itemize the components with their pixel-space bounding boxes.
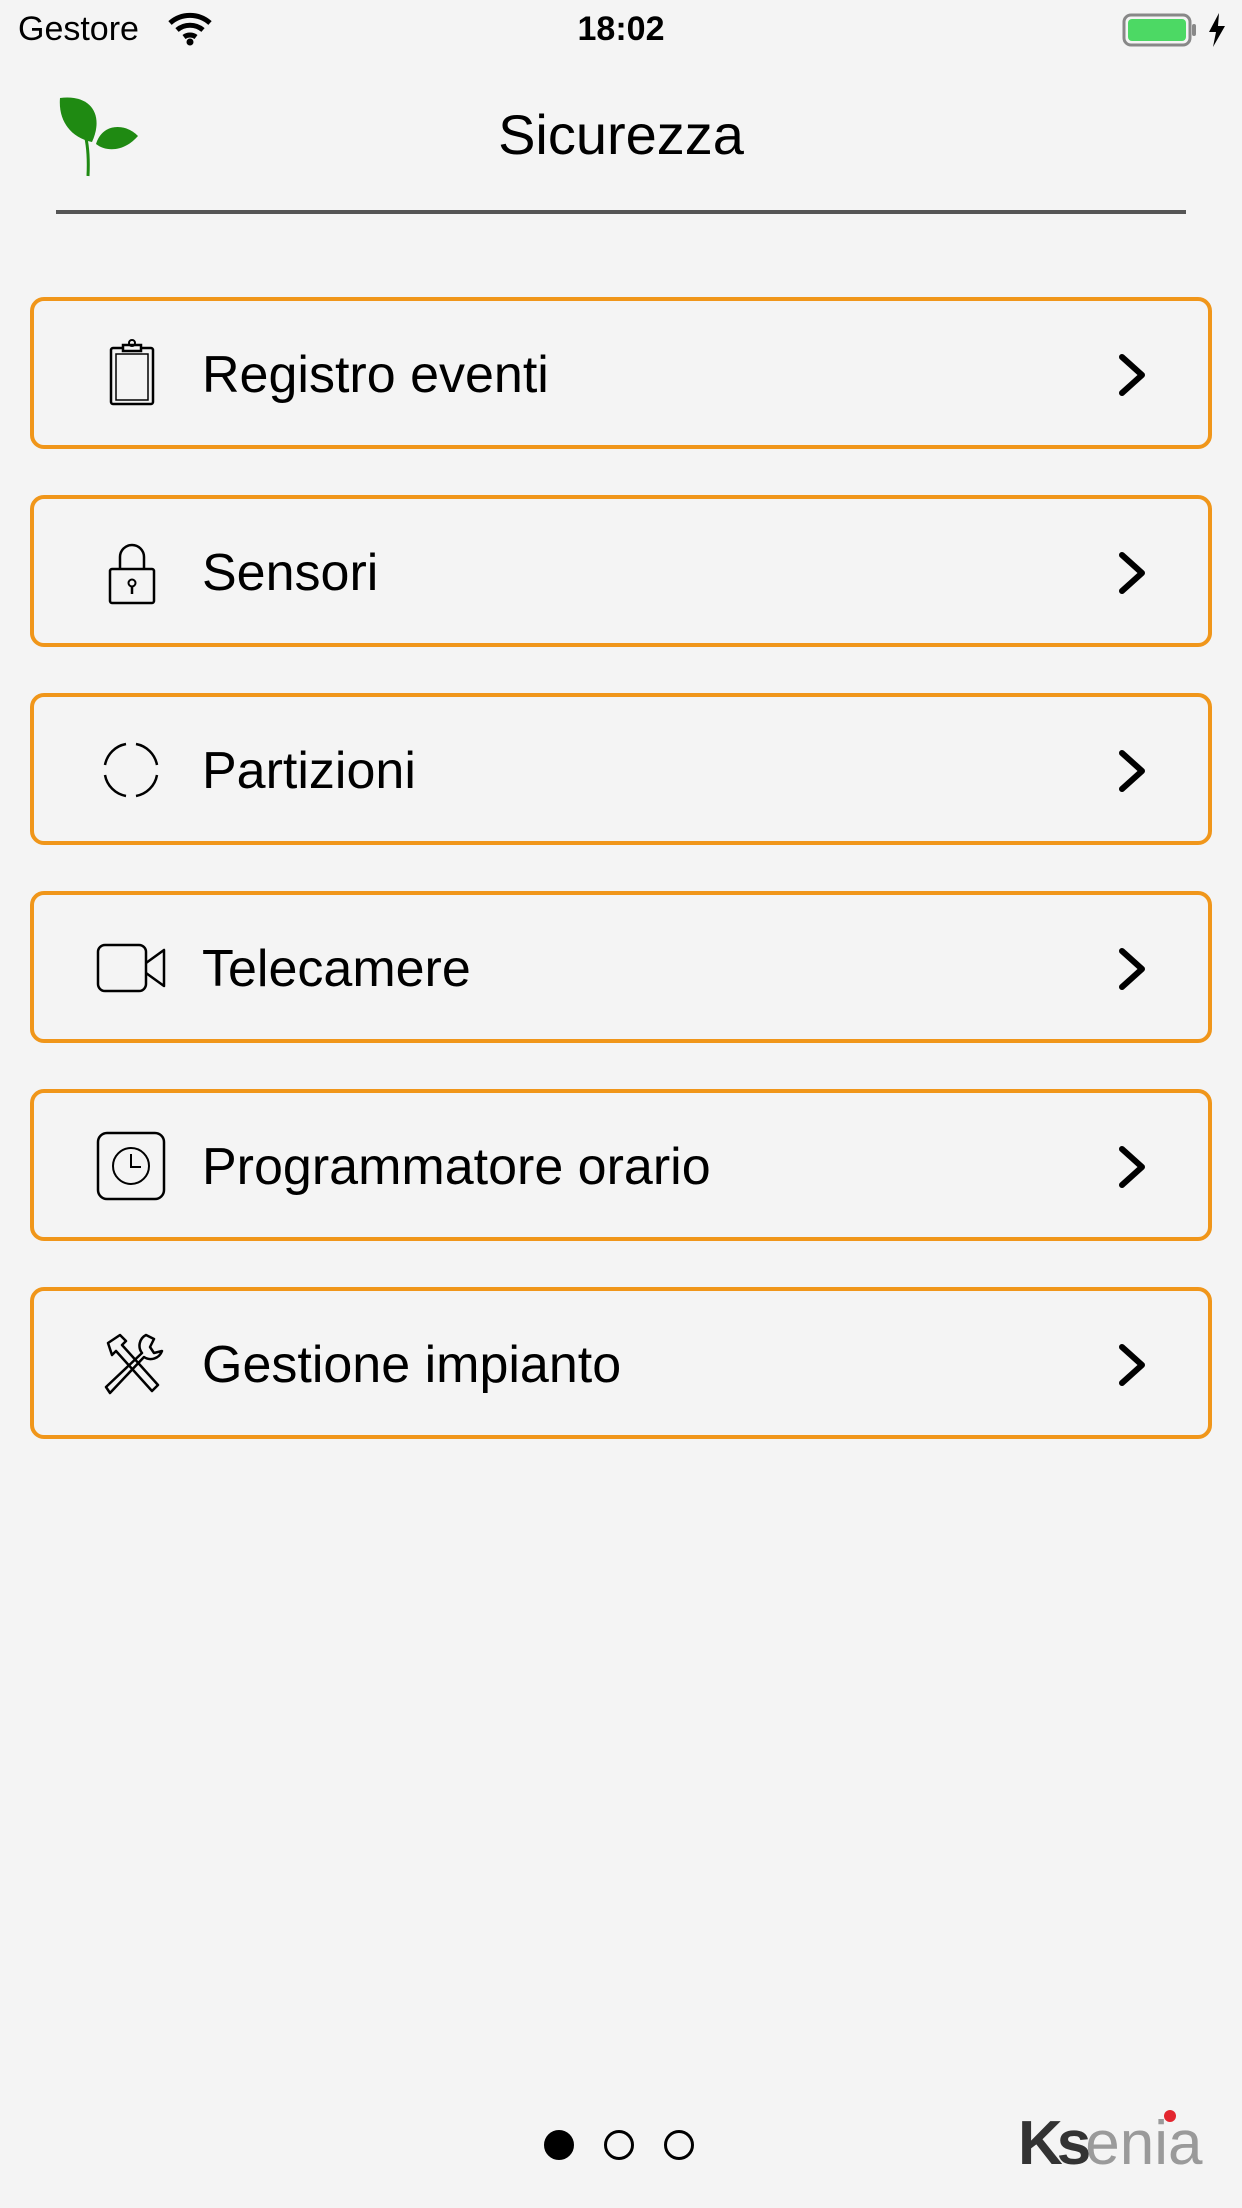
page-indicator[interactable] (544, 2130, 704, 2166)
page-dot-3[interactable] (664, 2130, 694, 2160)
chevron-right-icon (1112, 1143, 1152, 1191)
menu-item-label: Telecamere (202, 940, 471, 998)
chevron-right-icon (1112, 549, 1152, 597)
battery-icon (1122, 12, 1198, 53)
clock-icon (96, 1131, 166, 1201)
page-dot-2[interactable] (604, 2130, 634, 2160)
security-menu: Registro eventi Sensori Partizioni Telec… (30, 297, 1212, 1485)
chevron-right-icon (1112, 945, 1152, 993)
menu-item-programmatore-orario[interactable]: Programmatore orario (30, 1089, 1212, 1241)
clipboard-icon (96, 339, 166, 409)
page-dot-1[interactable] (544, 2130, 574, 2160)
header: Sicurezza (0, 60, 1242, 220)
menu-item-telecamere[interactable]: Telecamere (30, 891, 1212, 1043)
menu-item-registro-eventi[interactable]: Registro eventi (30, 297, 1212, 449)
menu-item-partizioni[interactable]: Partizioni (30, 693, 1212, 845)
chevron-right-icon (1112, 747, 1152, 795)
brand-red-dot (1164, 2110, 1176, 2122)
brand-logo-dark-text: Ks (1018, 2109, 1091, 2178)
chevron-right-icon (1112, 351, 1152, 399)
padlock-icon (96, 537, 166, 607)
menu-item-label: Sensori (202, 544, 379, 602)
menu-item-label: Programmatore orario (202, 1138, 711, 1196)
partition-circle-icon (96, 735, 166, 805)
status-time: 18:02 (577, 10, 665, 48)
menu-item-gestione-impianto[interactable]: Gestione impianto (30, 1287, 1212, 1439)
page-title: Sicurezza (498, 103, 744, 166)
brand-logo-light-text: enia (1085, 2109, 1203, 2178)
chevron-right-icon (1112, 1341, 1152, 1389)
video-camera-icon (96, 933, 166, 1003)
menu-item-label: Registro eventi (202, 346, 549, 404)
header-divider (56, 210, 1186, 214)
menu-item-label: Partizioni (202, 742, 416, 800)
status-bar: Gestore 18:02 (0, 0, 1242, 60)
charging-bolt-icon (1207, 12, 1227, 53)
menu-item-label: Gestione impianto (202, 1336, 622, 1394)
menu-item-sensori[interactable]: Sensori (30, 495, 1212, 647)
tools-icon (96, 1329, 166, 1399)
